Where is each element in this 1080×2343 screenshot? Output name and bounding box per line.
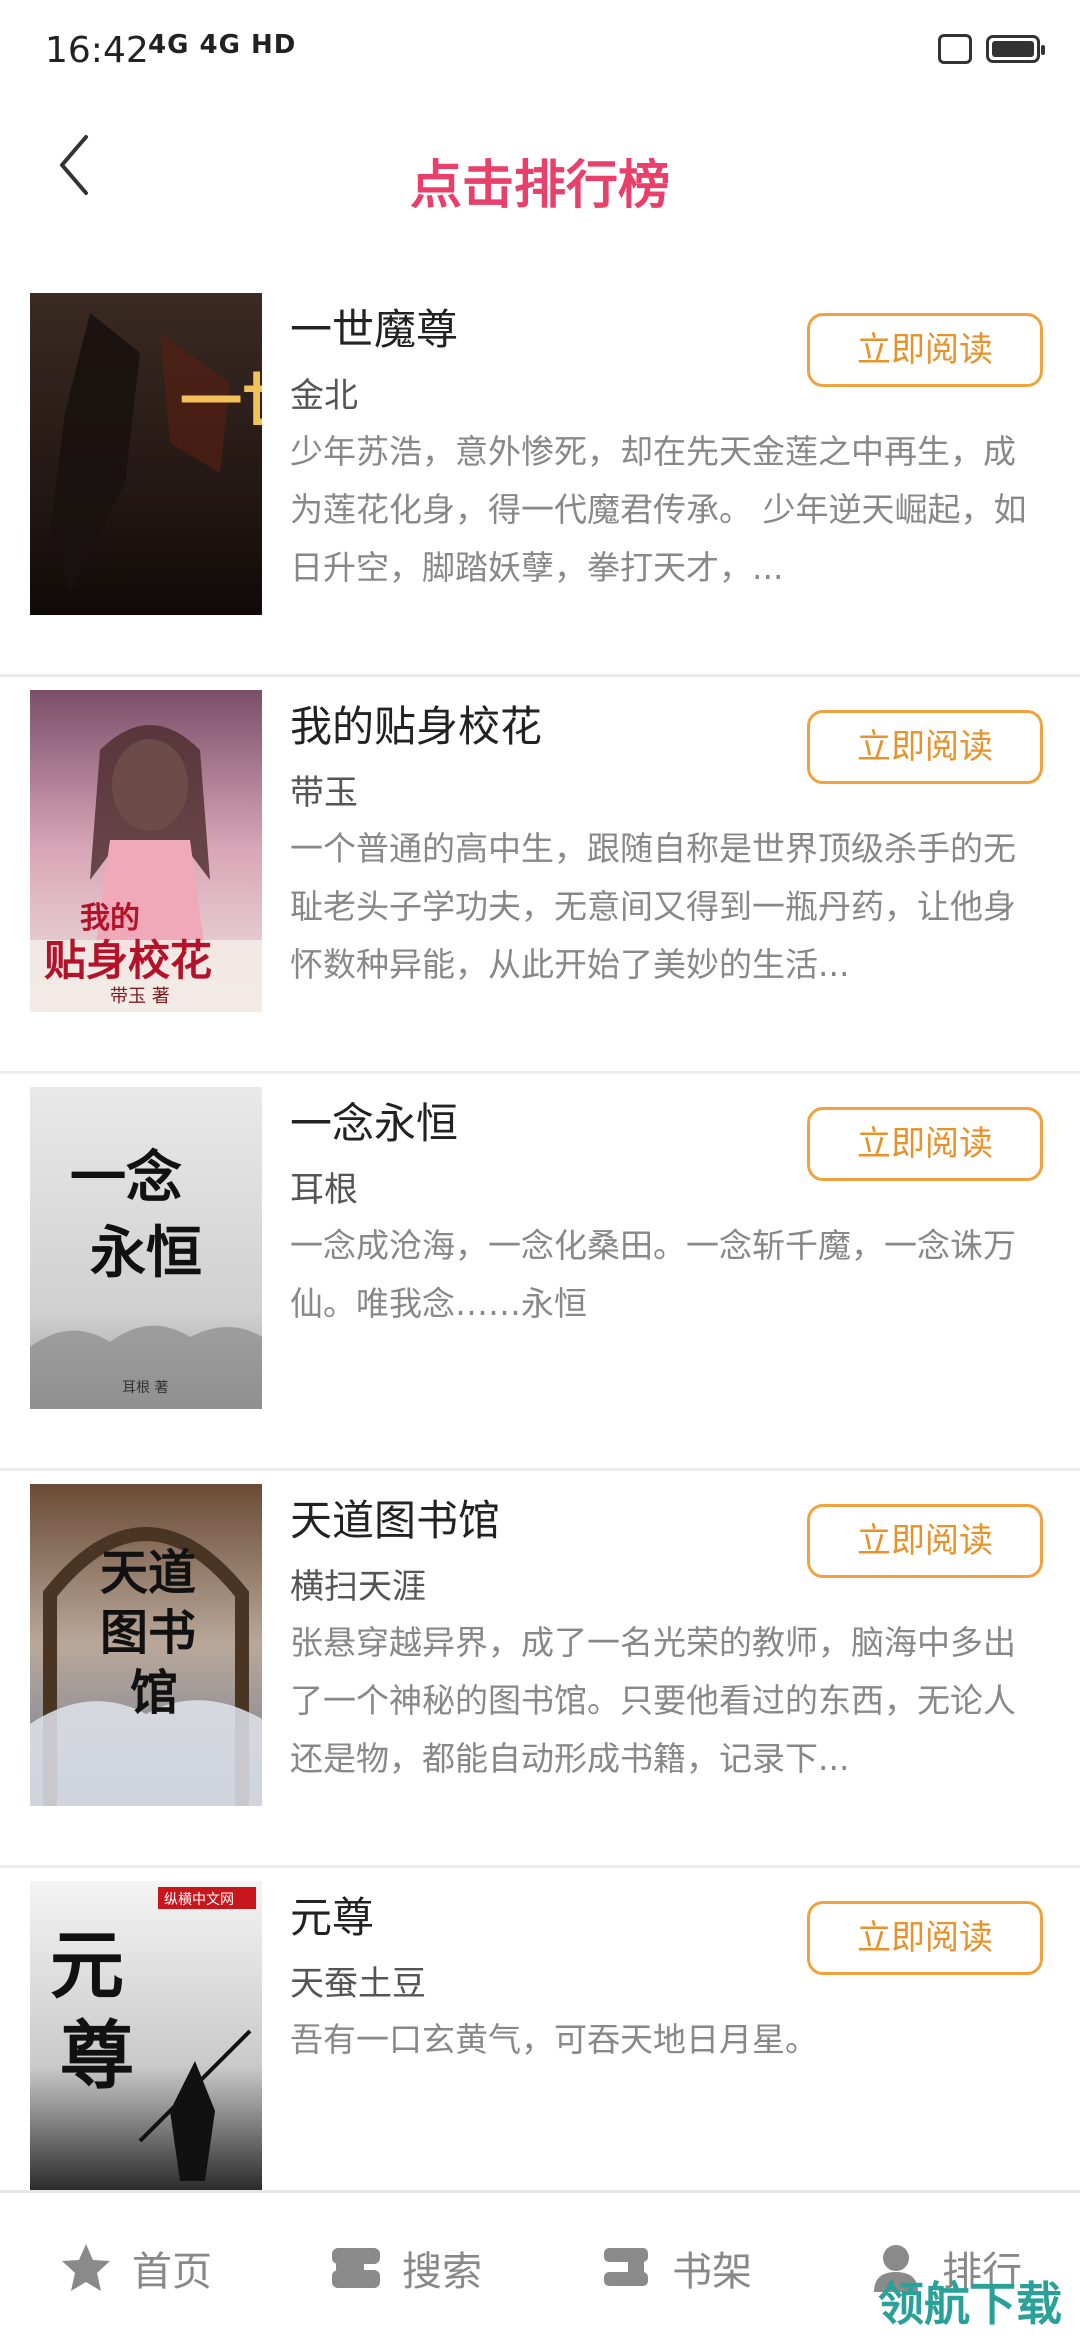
vibrate-icon [938,34,972,64]
battery-icon [986,35,1045,63]
book-title[interactable]: 一念永恒 [290,1090,458,1151]
status-icons [938,34,1045,64]
search-icon [332,2248,380,2288]
list-item[interactable]: 我的 贴身校花 带玉 著 我的贴身校花 带玉 一个普通的高中生，跟随自称是世界顶… [0,677,1080,1074]
svg-text:耳根 著: 耳根 著 [122,1380,168,1396]
book-description: 少年苏浩，意外惨死，却在先天金莲之中再生，成为莲花化身，得一代魔君传承。 少年逆… [290,432,1027,587]
status-bar: 16:42 4G 4G HD [0,0,1080,105]
book-author: 带玉 [290,773,358,813]
nav-item-bookshelf[interactable]: 书架 [540,2193,810,2343]
nav-label: 搜索 [402,2249,482,2295]
svg-text:天道: 天道 [100,1545,196,1601]
list-item[interactable]: 一世魔尊 一世魔尊 金北 少年苏浩，意外惨死，却在先天金莲之中再生，成为莲花化身… [0,280,1080,677]
svg-text:尊: 尊 [60,2013,134,2099]
read-now-button[interactable]: 立即阅读 [807,1504,1043,1578]
star-icon [62,2244,110,2291]
read-now-button[interactable]: 立即阅读 [807,313,1043,387]
book-cover[interactable]: 天道 图书 馆 [30,1484,262,1806]
nav-item-search[interactable]: 搜索 [270,2193,540,2343]
book-title[interactable]: 我的贴身校花 [290,693,542,754]
list-item[interactable]: 一念 永恒 耳根 著 一念永恒 耳根 一念成沧海，一念化桑田。一念斩千魔，一念诛… [0,1074,1080,1471]
book-cover[interactable]: 纵横中文网 元 尊 [30,1881,262,2191]
book-title[interactable]: 天道图书馆 [290,1487,500,1548]
book-cover[interactable]: 我的 贴身校花 带玉 著 [30,690,262,1012]
svg-text:纵横中文网: 纵横中文网 [164,1892,234,1908]
svg-text:馆: 馆 [130,1665,178,1721]
book-author: 横扫天涯 [290,1567,426,1607]
watermark: 领航下载 [878,2277,1062,2331]
book-title[interactable]: 一世魔尊 [290,296,458,357]
book-cover[interactable]: 一世魔尊 [30,293,262,615]
book-description: 张悬穿越异界，成了一名光荣的教师，脑海中多出了一个神秘的图书馆。只要他看过的东西… [290,1623,1016,1778]
list-item[interactable]: 天道 图书 馆 天道图书馆 横扫天涯 张悬穿越异界，成了一名光荣的教师，脑海中多… [0,1471,1080,1868]
book-description: 一念成沧海，一念化桑田。一念斩千魔，一念诛万仙。唯我念……永恒 [290,1226,1016,1323]
svg-text:永恒: 永恒 [90,1220,202,1286]
read-now-button[interactable]: 立即阅读 [807,710,1043,784]
cover-title-text: 一世魔尊 [180,365,262,438]
read-now-button[interactable]: 立即阅读 [807,1901,1043,1975]
svg-text:图书: 图书 [100,1605,196,1661]
book-author: 天蚕土豆 [290,1964,426,2004]
svg-text:我的: 我的 [80,901,140,936]
book-cover[interactable]: 一念 永恒 耳根 著 [30,1087,262,1409]
network-indicator: 4G 4G HD [148,30,297,60]
header: 点击排行榜 [0,105,1080,245]
book-description: 吾有一口玄黄气，可吞天地日月星。 [290,2020,818,2059]
svg-text:一念: 一念 [70,1145,182,1211]
nav-label: 书架 [672,2249,752,2295]
book-title[interactable]: 元尊 [290,1884,374,1945]
page-title: 点击排行榜 [409,156,670,216]
book-author: 耳根 [290,1170,358,1210]
bookshelf-icon [604,2248,648,2286]
svg-text:元: 元 [50,1923,124,2009]
book-list: 一世魔尊 一世魔尊 金北 少年苏浩，意外惨死，却在先天金莲之中再生，成为莲花化身… [0,280,1080,2265]
svg-text:带玉 著: 带玉 著 [110,986,170,1007]
status-time: 16:42 [45,30,149,71]
svg-text:贴身校花: 贴身校花 [44,936,212,985]
read-now-button[interactable]: 立即阅读 [807,1107,1043,1181]
book-author: 金北 [290,376,358,416]
nav-item-home[interactable]: 首页 [0,2193,270,2343]
nav-label: 首页 [132,2249,212,2295]
book-description: 一个普通的高中生，跟随自称是世界顶级杀手的无耻老头子学功夫，无意间又得到一瓶丹药… [290,829,1016,984]
